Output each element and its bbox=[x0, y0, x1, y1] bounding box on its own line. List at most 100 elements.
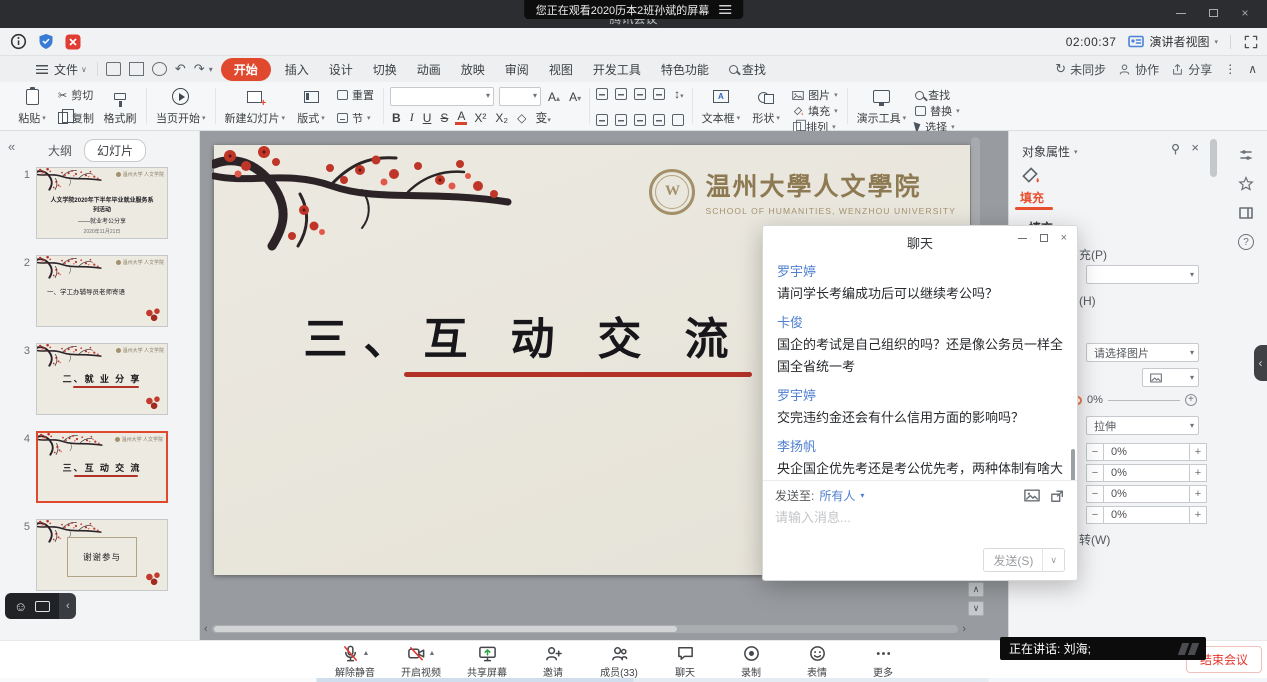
char-shading-icon[interactable]: ◇ bbox=[515, 111, 528, 125]
close-panel-icon[interactable]: × bbox=[1191, 140, 1199, 155]
text-direction-icon[interactable] bbox=[672, 114, 684, 126]
print-icon[interactable] bbox=[129, 62, 144, 76]
send-to-select[interactable]: 所有人 bbox=[819, 487, 855, 504]
presentation-tools-button[interactable]: 演示工具▾ bbox=[854, 84, 910, 128]
spinner-value[interactable]: 0% bbox=[1104, 464, 1189, 482]
meeting-info-icon[interactable] bbox=[10, 33, 27, 50]
slide-thumb-1[interactable]: 1 温州大学 人文学院 人文学院2020年下半年毕业就业服务系列活动 ——就业考… bbox=[16, 167, 199, 239]
invite-button[interactable]: 邀请 bbox=[526, 643, 580, 679]
italic-button[interactable]: I bbox=[408, 110, 416, 125]
start-from-current-button[interactable]: 当页开始▾ bbox=[153, 84, 209, 128]
share-button[interactable]: 分享 bbox=[1171, 61, 1212, 78]
subscript-button[interactable]: X₂ bbox=[493, 111, 510, 125]
main-menu-icon[interactable] bbox=[36, 65, 48, 74]
redo-icon[interactable]: ↷ bbox=[194, 61, 205, 77]
text-box-button[interactable]: A 文本框▾ bbox=[699, 84, 744, 128]
fill-option-fragment[interactable]: 充(P) bbox=[1079, 246, 1107, 263]
unmute-button[interactable]: ▲ 解除静音 bbox=[328, 643, 382, 679]
collapse-reaction-icon[interactable]: ‹ bbox=[59, 593, 76, 619]
spinner-value[interactable]: 0% bbox=[1104, 443, 1189, 461]
minus-button[interactable]: − bbox=[1086, 506, 1104, 524]
tab-transition[interactable]: 切换 bbox=[363, 58, 407, 81]
video-options-caret-icon[interactable]: ▲ bbox=[429, 650, 436, 657]
chat-minimize-icon[interactable] bbox=[1018, 238, 1027, 239]
font-color-button[interactable]: A bbox=[455, 111, 467, 125]
pick-image-button[interactable]: 请选择图片 bbox=[1086, 343, 1199, 362]
picture-button[interactable]: 图片▾ bbox=[789, 87, 841, 103]
align-left-icon[interactable] bbox=[596, 114, 608, 126]
undo-icon[interactable]: ↶ bbox=[175, 61, 186, 77]
font-size-combo[interactable] bbox=[499, 87, 541, 106]
image-preset-combo[interactable] bbox=[1142, 368, 1199, 387]
offset-spinner-2[interactable]: − 0% + bbox=[1086, 464, 1207, 482]
popout-chat-icon[interactable] bbox=[1050, 489, 1065, 503]
chat-button[interactable]: 聊天 bbox=[658, 643, 712, 679]
tab-view[interactable]: 视图 bbox=[539, 58, 583, 81]
bullet-list-icon[interactable] bbox=[596, 88, 608, 100]
cut-button[interactable]: ✂剪切 bbox=[55, 87, 97, 103]
stop-share-icon[interactable] bbox=[65, 34, 81, 50]
more-menu-icon[interactable]: ⋮ bbox=[1224, 62, 1236, 76]
minus-button[interactable]: − bbox=[1086, 443, 1104, 461]
tab-find[interactable]: 查找 bbox=[719, 58, 776, 81]
find-button[interactable]: 查找 bbox=[912, 87, 963, 103]
slide-thumb-2[interactable]: 2 温州大学 人文学院 一、学工办辅导员老师寄语 bbox=[16, 255, 199, 327]
plus-button[interactable]: + bbox=[1189, 443, 1207, 461]
start-video-button[interactable]: ▲ 开启视频 bbox=[394, 643, 448, 679]
fullscreen-icon[interactable] bbox=[1243, 34, 1259, 50]
tab-animation[interactable]: 动画 bbox=[407, 58, 451, 81]
chat-close-icon[interactable]: × bbox=[1061, 232, 1067, 244]
previous-slide-button[interactable]: ∧ bbox=[968, 582, 984, 597]
keyboard-icon[interactable] bbox=[35, 601, 50, 612]
mic-options-caret-icon[interactable]: ▲ bbox=[363, 650, 370, 657]
save-icon[interactable] bbox=[106, 62, 121, 76]
restore-button[interactable] bbox=[1199, 2, 1227, 24]
chat-maximize-icon[interactable] bbox=[1040, 234, 1048, 242]
text-effect-button[interactable]: 变▾ bbox=[533, 109, 553, 126]
fill-type-combo[interactable] bbox=[1086, 265, 1199, 284]
strikethrough-button[interactable]: S bbox=[438, 111, 450, 125]
tab-special[interactable]: 特色功能 bbox=[651, 58, 719, 81]
scroll-right-icon[interactable]: › bbox=[962, 624, 966, 634]
bold-button[interactable]: B bbox=[390, 111, 403, 125]
justify-icon[interactable] bbox=[653, 114, 665, 126]
shapes-button[interactable]: 形状▾ bbox=[746, 84, 786, 128]
plus-button[interactable]: + bbox=[1189, 506, 1207, 524]
chat-scrollbar-thumb[interactable] bbox=[1071, 449, 1075, 480]
tab-insert[interactable]: 插入 bbox=[275, 58, 319, 81]
replace-button[interactable]: 替换▾ bbox=[912, 103, 963, 119]
tab-home[interactable]: 开始 bbox=[221, 58, 271, 81]
hscroll-thumb[interactable] bbox=[214, 626, 677, 632]
properties-pane-icon[interactable] bbox=[1238, 147, 1254, 163]
view-mode-button[interactable]: 演讲者视图 ▾ bbox=[1128, 33, 1218, 50]
minimize-button[interactable] bbox=[1167, 2, 1195, 24]
send-image-icon[interactable] bbox=[1024, 489, 1040, 502]
emoji-icon[interactable]: ☺ bbox=[14, 599, 27, 614]
offset-spinner-1[interactable]: − 0% + bbox=[1086, 443, 1207, 461]
slide-thumb-5[interactable]: 5 谢谢参与 bbox=[16, 519, 199, 591]
align-center-icon[interactable] bbox=[615, 114, 627, 126]
help-icon[interactable]: ? bbox=[1238, 234, 1254, 250]
fill-tab[interactable]: 填充 bbox=[1020, 189, 1044, 206]
slide-thumb-3[interactable]: 3 温州大学 人文学院 二、就 业 分 享 bbox=[16, 343, 199, 415]
paste-button[interactable]: 粘贴▾ bbox=[12, 84, 52, 128]
pin-icon[interactable] bbox=[1169, 142, 1182, 156]
panel-scrollbar-thumb[interactable] bbox=[1210, 139, 1217, 177]
fill-option-fragment-2[interactable]: (H) bbox=[1079, 294, 1096, 308]
send-button[interactable]: 发送(S) ∨ bbox=[983, 548, 1065, 572]
increase-indent-icon[interactable] bbox=[653, 88, 665, 100]
collapse-sidebar-icon[interactable]: « bbox=[8, 139, 15, 154]
chat-input[interactable] bbox=[775, 510, 1065, 525]
copy-button[interactable]: 复制 bbox=[55, 110, 97, 126]
plus-icon[interactable]: + bbox=[1185, 394, 1197, 406]
increase-font-button[interactable]: A▴ bbox=[546, 90, 562, 104]
send-options-caret-icon[interactable]: ∨ bbox=[1043, 555, 1064, 566]
spinner-value[interactable]: 0% bbox=[1104, 485, 1189, 503]
minus-button[interactable]: − bbox=[1086, 464, 1104, 482]
banner-menu-icon[interactable] bbox=[719, 5, 731, 14]
layout-button[interactable]: 版式▾ bbox=[291, 84, 331, 128]
font-family-combo[interactable] bbox=[390, 87, 494, 106]
slide-thumb-4-selected[interactable]: 4 温州大学 人文学院 三、互 动 交 流 bbox=[16, 431, 199, 503]
align-right-icon[interactable] bbox=[634, 114, 646, 126]
superscript-button[interactable]: X² bbox=[472, 111, 488, 125]
